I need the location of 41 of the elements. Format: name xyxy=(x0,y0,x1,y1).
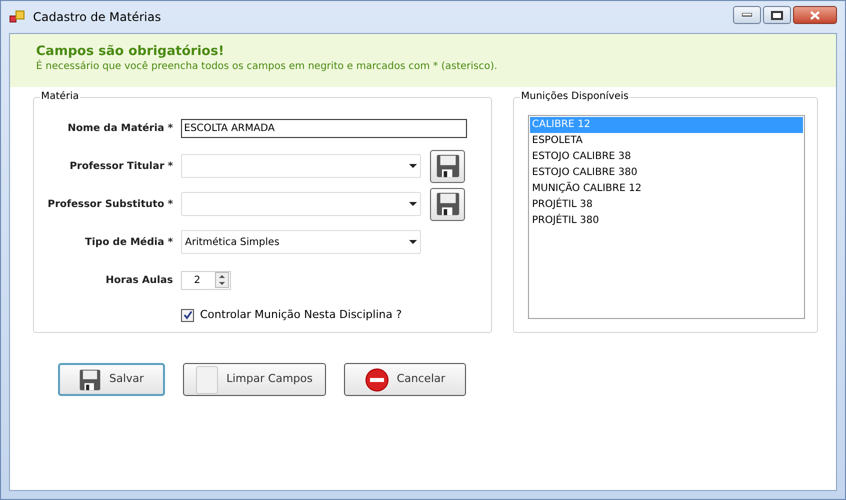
spinner-value: 2 xyxy=(194,274,202,288)
checkbox[interactable] xyxy=(181,308,194,322)
list-item[interactable]: PROJÉTIL 38 xyxy=(530,197,803,213)
notice-title: Campos são obrigatórios! xyxy=(36,44,226,60)
field-label: Nome da Matéria * xyxy=(66,122,173,136)
number-spinner[interactable]: 2 xyxy=(181,270,231,290)
cancel-button[interactable]: Cancelar xyxy=(344,363,466,396)
save-button[interactable] xyxy=(430,188,465,220)
dropdown-arrow-icon xyxy=(409,202,417,206)
dropdown-arrow-icon xyxy=(409,164,417,168)
field-label: Horas Aulas xyxy=(104,274,173,288)
close-icon xyxy=(810,10,820,20)
list-item[interactable]: ESPOLETA xyxy=(530,133,803,149)
no-entry-icon xyxy=(364,368,389,392)
list-item[interactable]: MUNIÇÃO CALIBRE 12 xyxy=(530,181,803,197)
close-button[interactable] xyxy=(793,6,837,24)
save-button[interactable]: Salvar xyxy=(58,363,165,396)
list-item[interactable]: ESTOJO CALIBRE 38 xyxy=(530,149,803,165)
list-item[interactable]: ESTOJO CALIBRE 380 xyxy=(530,165,803,181)
dropdown-value: Aritmética Simples xyxy=(185,236,280,250)
minimize-icon xyxy=(742,13,752,17)
field-label: Professor Titular * xyxy=(68,160,173,174)
text-field[interactable]: ESCOLTA ARMADA xyxy=(181,118,467,138)
maximize-icon xyxy=(771,10,783,20)
spin-arrows-icon xyxy=(215,272,229,288)
checkbox-label[interactable]: Controlar Munição Nesta Disciplina ? xyxy=(200,306,402,324)
field-label: Professor Substituto * xyxy=(46,198,173,212)
group-label: Munições Disponíveis xyxy=(520,90,630,104)
dropdown[interactable]: Aritmética Simples xyxy=(181,230,421,254)
dropdown-arrow-icon xyxy=(409,240,417,244)
save-button[interactable] xyxy=(430,150,465,182)
clear-button[interactable]: Limpar Campos xyxy=(183,363,326,396)
list-item[interactable]: PROJÉTIL 380 xyxy=(530,213,803,229)
maximize-button[interactable] xyxy=(763,6,791,24)
municoes-list[interactable]: CALIBRE 12 ESPOLETA ESTOJO CALIBRE 38 ESTOJO CALIBRE 380 MUNIÇÃO CALIBRE 12 PROJÉTIL 38 PROJÉTIL 380 xyxy=(528,115,805,319)
blank-page-icon xyxy=(196,366,218,394)
minimize-button[interactable] xyxy=(733,6,761,24)
app-icon xyxy=(9,10,25,24)
field-label: Tipo de Média * xyxy=(84,236,173,250)
window-title: Cadastro de Matérias xyxy=(33,9,161,26)
notice-text: É necessário que você preencha todos os campos em negrito e marcados com * (asterisco). xyxy=(36,60,498,74)
